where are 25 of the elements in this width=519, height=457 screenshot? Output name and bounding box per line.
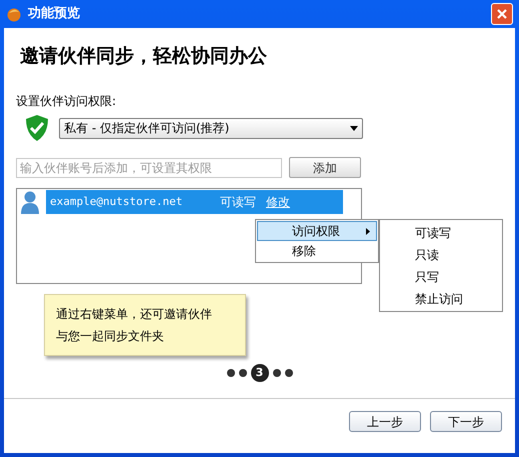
app-logo-icon (6, 6, 22, 22)
menu-item[interactable]: 移除 (257, 241, 377, 261)
permission-text: 可读写 (220, 194, 256, 211)
tip-text: 通过右键菜单，还可邀请伙伴 (56, 306, 212, 323)
previous-button[interactable]: 上一步 (349, 411, 421, 432)
access-label: 设置伙伴访问权限: (16, 93, 118, 109)
add-button[interactable]: 添加 (289, 157, 361, 178)
next-button[interactable]: 下一步 (430, 411, 502, 432)
account-input[interactable]: 输入伙伴账号后添加，可设置其权限 (16, 158, 282, 178)
dropdown-arrow-icon (350, 126, 358, 130)
page-heading: 邀请伙伴同步，轻松协同办公 (20, 44, 268, 69)
menu-item[interactable]: 访问权限 (257, 221, 377, 241)
close-icon (496, 8, 508, 20)
close-button[interactable] (491, 3, 513, 25)
submenu-item[interactable]: 可读写 (380, 222, 502, 244)
partner-account: example@nutstore.net (50, 194, 184, 210)
submenu-item[interactable]: 只读 (380, 244, 502, 266)
access-dropdown[interactable]: 私有 - 仅指定伙伴可访问(推荐) (59, 118, 363, 138)
submenu-item[interactable]: 只写 (380, 266, 502, 288)
submenu-item[interactable]: 禁止访问 (380, 288, 502, 310)
tip-text: 与您一起同步文件夹 (56, 328, 164, 345)
window-title: 功能预览 (28, 5, 81, 24)
user-avatar-icon (20, 190, 40, 214)
shield-check-icon (25, 114, 49, 142)
current-page-indicator[interactable]: 3 (250, 364, 268, 382)
